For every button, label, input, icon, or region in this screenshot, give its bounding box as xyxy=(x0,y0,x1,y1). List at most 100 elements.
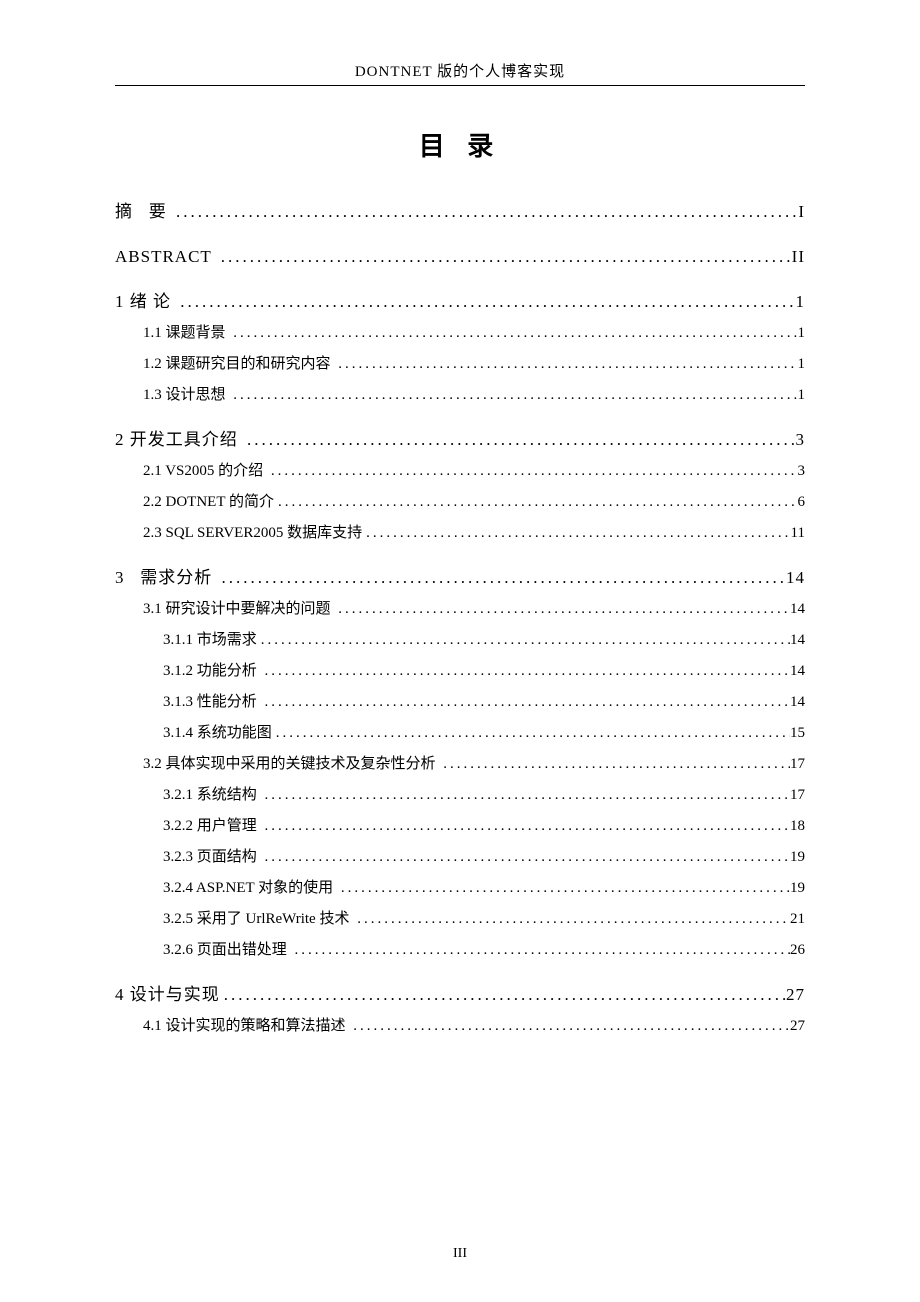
toc-entry-label: 1.2 课题研究目的和研究内容 xyxy=(143,357,334,372)
document-page: DONTNET 版的个人博客实现 目 录 摘 要 I ABSTRACT II 1 绪… xyxy=(0,0,920,1074)
toc-leader-dots xyxy=(176,293,795,310)
toc-leader-dots xyxy=(261,850,790,865)
toc-entry: 2 开发工具介绍 3 xyxy=(115,431,805,448)
toc-entry-page: 17 xyxy=(790,757,805,772)
toc-entry: 3.1.2 功能分析 14 xyxy=(115,664,805,679)
toc-entry: 3.1.4 系统功能图 15 xyxy=(115,726,805,741)
toc-entry: 2.3 SQL SERVER2005 数据库支持11 xyxy=(115,526,805,541)
toc-leader-dots xyxy=(353,912,790,927)
toc-entry: 1 绪 论 1 xyxy=(115,293,805,310)
toc-entry: 1.1 课题背景 1 xyxy=(115,326,805,341)
toc-entry: 1.3 设计思想 1 xyxy=(115,388,805,403)
toc-leader-dots xyxy=(439,757,790,772)
toc-entry: 3.1.1 市场需求 14 xyxy=(115,633,805,648)
toc-entry: 3.2.6 页面出错处理 26 xyxy=(115,943,805,958)
toc-entry-page: 19 xyxy=(790,881,805,896)
toc-leader-dots xyxy=(261,695,790,710)
toc-entry-label: 3.1.1 市场需求 xyxy=(163,633,257,648)
toc-entry-label: 1 绪 论 xyxy=(115,293,176,310)
toc-entry-label: 3.2.4 ASP.NET 对象的使用 xyxy=(163,881,337,896)
toc-entry-label: 3.1 研究设计中要解决的问题 xyxy=(143,602,334,617)
toc-entry: 3.1.3 性能分析 14 xyxy=(115,695,805,710)
toc-entry-page: 26 xyxy=(790,943,805,958)
toc-leader-dots xyxy=(229,326,797,341)
toc-leader-dots xyxy=(337,881,790,896)
toc-entry: ABSTRACT II xyxy=(115,248,805,265)
toc-leader-dots xyxy=(272,726,790,741)
toc-leader-dots xyxy=(218,569,787,586)
toc-entry-page: 6 xyxy=(798,495,806,510)
toc-entry-label: 3.2.1 系统结构 xyxy=(163,788,261,803)
toc-entry-page: 1 xyxy=(796,293,806,310)
toc-leader-dots xyxy=(267,464,798,479)
toc-leader-dots xyxy=(229,388,797,403)
toc-entry-page: 1 xyxy=(798,357,806,372)
toc-entry-page: 15 xyxy=(790,726,805,741)
toc-entry-page: 1 xyxy=(798,326,806,341)
toc-entry-label: 3.2.6 页面出错处理 xyxy=(163,943,291,958)
toc-leader-dots xyxy=(261,819,790,834)
toc-entry: 3.2.3 页面结构 19 xyxy=(115,850,805,865)
toc-leader-dots xyxy=(274,495,798,510)
toc-entry-label: 2.1 VS2005 的介绍 xyxy=(143,464,267,479)
toc-leader-dots xyxy=(261,788,790,803)
toc-leader-dots xyxy=(261,664,790,679)
toc-entry-page: 14 xyxy=(790,695,805,710)
toc-entry-page: 21 xyxy=(790,912,805,927)
toc-entry-page: 17 xyxy=(790,788,805,803)
toc-entry: 3.2 具体实现中采用的关键技术及复杂性分析 17 xyxy=(115,757,805,772)
toc-entry-label: 1.1 课题背景 xyxy=(143,326,229,341)
toc-entry-page: 14 xyxy=(786,569,805,586)
toc-leader-dots xyxy=(243,431,796,448)
toc-entry-label: 3.1.4 系统功能图 xyxy=(163,726,272,741)
toc-leader-dots xyxy=(291,943,790,958)
toc-entry-page: 3 xyxy=(798,464,806,479)
toc-entry-label: 3.1.3 性能分析 xyxy=(163,695,261,710)
toc-leader-dots xyxy=(349,1019,790,1034)
toc-entry-page: 14 xyxy=(790,664,805,679)
toc-entry: 摘 要 I xyxy=(115,203,805,220)
toc-entry: 3.1 研究设计中要解决的问题 14 xyxy=(115,602,805,617)
toc-leader-dots xyxy=(334,357,797,372)
toc-entry-label: 摘 要 xyxy=(115,203,172,220)
toc-title: 目 录 xyxy=(115,126,805,163)
toc-entry: 3.2.5 采用了 UrlReWrite 技术 21 xyxy=(115,912,805,927)
toc-entry: 4 设计与实现 27 xyxy=(115,986,805,1003)
toc-list: 摘 要 IABSTRACT II1 绪 论 11.1 课题背景 11.2 课题研… xyxy=(115,203,805,1034)
toc-entry-label: 4.1 设计实现的策略和算法描述 xyxy=(143,1019,349,1034)
page-number: III xyxy=(0,1246,920,1262)
header-rule xyxy=(115,85,805,86)
toc-entry: 3 需求分析 14 xyxy=(115,569,805,586)
toc-entry-page: 27 xyxy=(790,1019,805,1034)
toc-entry: 3.2.1 系统结构 17 xyxy=(115,788,805,803)
toc-leader-dots xyxy=(334,602,790,617)
toc-entry-label: ABSTRACT xyxy=(115,248,217,265)
toc-entry-page: 14 xyxy=(790,602,805,617)
toc-entry-page: 18 xyxy=(790,819,805,834)
toc-leader-dots xyxy=(220,986,786,1003)
toc-entry-page: 1 xyxy=(798,388,806,403)
toc-entry-page: 27 xyxy=(786,986,805,1003)
running-header: DONTNET 版的个人博客实现 xyxy=(115,60,805,81)
toc-entry-label: 3.2.3 页面结构 xyxy=(163,850,261,865)
toc-entry-label: 1.3 设计思想 xyxy=(143,388,229,403)
toc-entry-page: 19 xyxy=(790,850,805,865)
toc-entry: 3.2.2 用户管理 18 xyxy=(115,819,805,834)
toc-entry: 1.2 课题研究目的和研究内容 1 xyxy=(115,357,805,372)
toc-leader-dots xyxy=(362,526,790,541)
toc-entry-label: 4 设计与实现 xyxy=(115,986,220,1003)
toc-entry: 2.2 DOTNET 的简介6 xyxy=(115,495,805,510)
toc-entry-label: 3.1.2 功能分析 xyxy=(163,664,261,679)
toc-entry-page: I xyxy=(798,203,805,220)
toc-entry: 4.1 设计实现的策略和算法描述 27 xyxy=(115,1019,805,1034)
toc-entry-page: 14 xyxy=(790,633,805,648)
toc-entry-label: 3 需求分析 xyxy=(115,569,218,586)
toc-entry-label: 3.2.5 采用了 UrlReWrite 技术 xyxy=(163,912,353,927)
toc-entry-label: 3.2.2 用户管理 xyxy=(163,819,261,834)
toc-leader-dots xyxy=(217,248,792,265)
toc-entry: 2.1 VS2005 的介绍 3 xyxy=(115,464,805,479)
toc-entry-page: 3 xyxy=(796,431,806,448)
toc-entry-page: II xyxy=(792,248,805,265)
toc-leader-dots xyxy=(172,203,798,220)
toc-entry-label: 3.2 具体实现中采用的关键技术及复杂性分析 xyxy=(143,757,439,772)
